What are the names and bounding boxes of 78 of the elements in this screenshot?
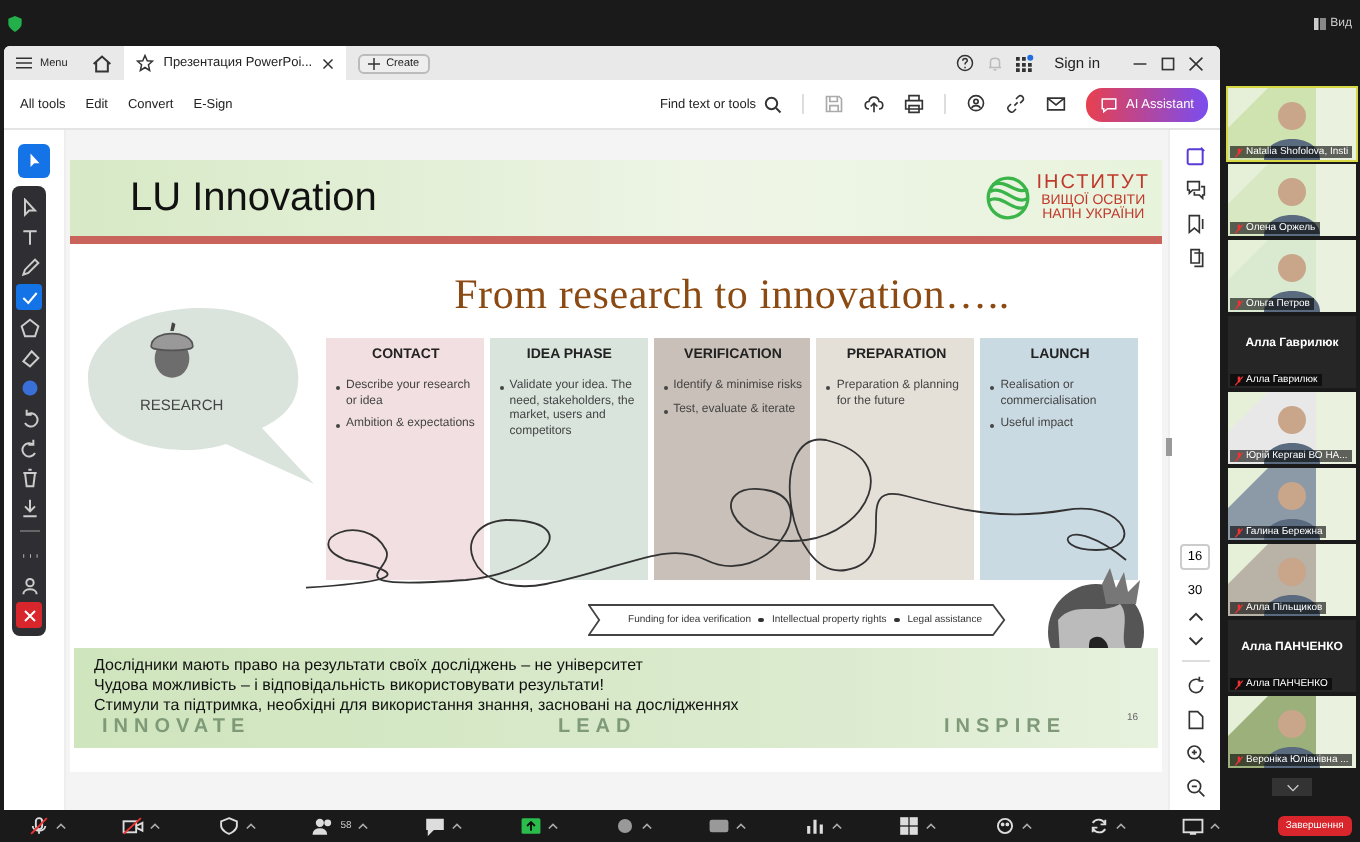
participants-icon[interactable] (312, 816, 335, 836)
footer-word: INSPIRE (943, 716, 1066, 738)
muted-mic-icon (1234, 451, 1244, 461)
ai-comment-icon[interactable] (1185, 146, 1205, 166)
poll-icon[interactable] (803, 816, 826, 836)
muted-mic-icon (1234, 755, 1244, 765)
rotate-icon[interactable] (1185, 676, 1205, 696)
security-icon[interactable] (217, 816, 240, 836)
caret-icon[interactable] (245, 822, 256, 830)
cursor-icon[interactable] (25, 152, 43, 170)
view-icon[interactable] (1182, 816, 1205, 836)
acorn-icon (146, 320, 198, 380)
share-icon[interactable] (519, 816, 542, 836)
muted-mic-icon (1234, 375, 1244, 385)
scroll-down-button[interactable] (1272, 778, 1312, 796)
bullet-icon (758, 617, 764, 623)
chevron-down-icon[interactable] (1187, 636, 1203, 646)
record-icon[interactable] (614, 816, 636, 836)
caret-icon[interactable] (547, 822, 558, 830)
plus-icon[interactable] (368, 57, 381, 69)
note-text: Стимули та підтримка, необхідні для використання знання, засновані на дослідженнях (94, 696, 741, 716)
slide-heading: From research to innovation….. (452, 270, 1012, 320)
caret-icon[interactable] (642, 822, 652, 830)
globe-logo-icon (986, 176, 1031, 220)
zoom-out-icon[interactable] (1185, 778, 1205, 798)
caret-icon[interactable] (831, 822, 842, 830)
caret-icon[interactable] (56, 822, 66, 830)
comments-icon[interactable] (1185, 180, 1205, 200)
caret-icon[interactable] (1116, 822, 1127, 830)
shield-icon[interactable] (8, 15, 22, 31)
zoom-in-icon[interactable] (1185, 744, 1205, 764)
muted-mic-icon (1234, 147, 1244, 157)
caret-icon[interactable] (357, 822, 368, 830)
muted-mic-icon (1234, 679, 1244, 689)
caret-icon[interactable] (1021, 822, 1032, 830)
close-icon[interactable] (1188, 55, 1204, 71)
reactions-icon[interactable] (993, 816, 1016, 836)
note-text: Чудова можливість – і відповідальність використовувати результати! (94, 676, 606, 696)
muted-mic-icon (1234, 603, 1244, 613)
video-icon[interactable] (122, 816, 145, 836)
file-icon[interactable] (1185, 710, 1205, 730)
captions-icon[interactable] (708, 816, 731, 836)
footer-word: INNOVATE (102, 716, 251, 738)
caret-icon[interactable] (150, 822, 161, 830)
upload-icon[interactable] (864, 94, 885, 114)
help-icon[interactable] (956, 54, 975, 72)
bullet-icon (894, 617, 900, 623)
close-icon[interactable] (322, 57, 335, 69)
pages-icon[interactable] (1185, 248, 1205, 268)
bookmark-icon[interactable] (1185, 214, 1205, 234)
muted-mic-icon (1234, 527, 1244, 537)
apps-icon[interactable] (1016, 54, 1035, 72)
menu-icon[interactable] (16, 56, 32, 70)
caret-icon[interactable] (736, 822, 747, 830)
chat-icon[interactable] (424, 816, 447, 836)
caret-icon[interactable] (1210, 822, 1221, 830)
note-text: Дослідники мають право на результати своїх досліджень – не університет (94, 656, 645, 676)
scrollbar-thumb[interactable] (1166, 438, 1172, 456)
refresh-icon[interactable] (1088, 816, 1111, 836)
logo-text: ІНСТИТУТ (1036, 174, 1150, 194)
home-icon[interactable] (91, 53, 112, 73)
caret-icon[interactable] (926, 822, 937, 830)
mail-icon[interactable] (1046, 94, 1067, 114)
select-tool-button[interactable] (18, 144, 50, 178)
apps-icon[interactable] (898, 816, 921, 836)
star-icon[interactable] (135, 54, 154, 72)
maximize-icon[interactable] (1160, 55, 1176, 71)
link-icon[interactable] (1006, 94, 1027, 114)
muted-mic-icon (1234, 223, 1244, 233)
search-icon[interactable] (764, 95, 783, 113)
caret-icon[interactable] (452, 822, 463, 830)
slide-title: LU Innovation (130, 175, 377, 221)
comment-icon[interactable] (966, 94, 987, 114)
muted-mic-icon (1234, 299, 1244, 309)
mic-icon[interactable] (28, 816, 50, 836)
chevron-up-icon[interactable] (1187, 612, 1203, 622)
print-icon[interactable] (904, 94, 925, 114)
footer-word: LEAD (557, 716, 637, 738)
